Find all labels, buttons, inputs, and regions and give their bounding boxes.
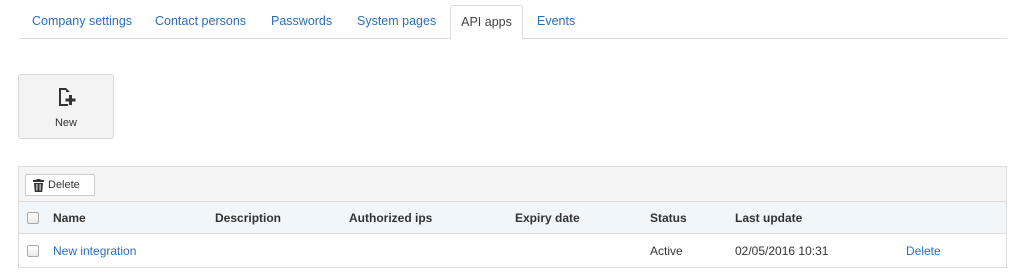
column-header-last-update[interactable]: Last update [735, 202, 802, 233]
table-row: New integration Active 02/05/2016 10:31 … [19, 234, 1006, 267]
tab-events[interactable]: Events [537, 5, 575, 39]
column-header-status[interactable]: Status [650, 202, 687, 233]
app-status: Active [650, 243, 683, 258]
app-name-link[interactable]: New integration [53, 234, 136, 267]
app-last-update: 02/05/2016 10:31 [735, 243, 829, 258]
new-button-label: New [54, 117, 77, 129]
table-header: Name Description Authorized ips Expiry d… [19, 202, 1006, 234]
new-document-plus-icon [59, 88, 76, 106]
new-button[interactable]: New [18, 74, 114, 139]
row-delete-link[interactable]: Delete [906, 234, 941, 267]
tab-api-apps[interactable]: API apps [450, 5, 523, 40]
column-header-name[interactable]: Name [53, 202, 86, 233]
column-header-description[interactable]: Description [215, 202, 281, 233]
column-header-authorized-ips[interactable]: Authorized ips [349, 202, 432, 233]
select-all-checkbox[interactable] [27, 211, 39, 224]
tab-company-settings[interactable]: Company settings [32, 5, 132, 39]
trash-icon [33, 179, 44, 192]
tab-contact-persons[interactable]: Contact persons [155, 5, 246, 39]
tab-system-pages[interactable]: System pages [357, 5, 436, 39]
row-checkbox[interactable] [27, 244, 39, 257]
api-apps-grid: Delete Name Description Authorized ips E… [18, 166, 1007, 268]
tab-passwords[interactable]: Passwords [271, 5, 332, 39]
settings-tabs: Company settings Contact persons Passwor… [19, 5, 1007, 40]
grid-toolbar: Delete [19, 167, 1006, 202]
delete-selected-label: Delete [48, 179, 80, 191]
column-header-expiry-date[interactable]: Expiry date [515, 202, 580, 233]
delete-selected-button[interactable]: Delete [25, 174, 95, 196]
